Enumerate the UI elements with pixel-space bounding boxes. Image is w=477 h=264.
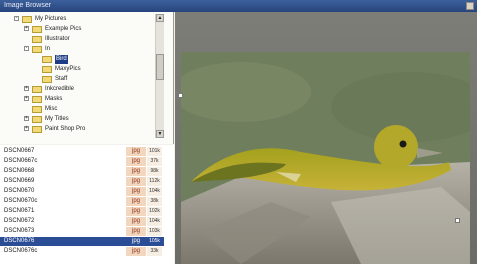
file-row[interactable]: DSCN0672 jpg 104k [0,217,164,226]
folder-icon [32,106,42,113]
file-size: 105k [147,237,162,246]
file-row[interactable]: DSCN0669 jpg 112k [0,177,164,186]
file-size: 37k [147,157,162,166]
folder-icon [42,66,52,73]
bird-image [181,52,470,264]
file-row[interactable]: DSCN0671 jpg 102k [0,207,164,216]
expand-icon[interactable]: + [24,126,29,131]
bird-photo [181,52,470,264]
tree-item-label: Inkcredible [45,86,75,92]
file-size: 101k [147,147,162,156]
file-type: jpg [126,227,146,236]
file-name: DSCN0667c [4,158,38,164]
tree-item-label: Misc [45,106,58,112]
file-row[interactable]: DSCN0667 jpg 101k [0,147,164,156]
crop-handle-bottom-right[interactable] [455,218,460,223]
folder-icon [32,36,42,43]
folder-icon [22,16,32,23]
file-type: jpg [126,197,146,206]
file-type: jpg [126,247,146,256]
file-row[interactable]: DSCN0670 jpg 104k [0,187,164,196]
folder-icon [42,76,52,83]
folder-icon [32,96,42,103]
file-type: jpg [126,177,146,186]
tree-item-label: Bird [55,55,68,64]
file-size: 38k [147,197,162,206]
file-row[interactable]: DSCN0673 jpg 103k [0,227,164,236]
file-name: DSCN0672 [4,218,35,224]
file-type: jpg [126,207,146,216]
tree-item-label: Example Pics [45,26,82,32]
file-type: jpg [126,167,146,176]
tree-item-label: My Pictures [35,16,67,22]
scroll-up-icon[interactable]: ▲ [156,14,164,22]
file-name: DSCN0676 [4,238,35,244]
scroll-thumb[interactable] [156,54,164,80]
file-size: 98k [147,167,162,176]
file-row[interactable]: DSCN0670c jpg 38k [0,197,164,206]
file-size: 104k [147,187,162,196]
close-icon[interactable] [466,2,474,10]
file-row[interactable]: DSCN0667c jpg 37k [0,157,164,166]
file-name: DSCN0670 [4,188,35,194]
file-size: 103k [147,227,162,236]
folder-icon [32,116,42,123]
collapse-icon[interactable]: - [24,46,29,51]
collapse-icon[interactable]: - [14,16,19,21]
file-name: DSCN0668 [4,168,35,174]
folder-tree-scrollbar[interactable]: ▲ ▼ [155,14,164,138]
file-size: 112k [147,177,162,186]
file-size: 33k [147,247,162,256]
file-name: DSCN0676c [4,248,38,254]
tree-item-label: MaxyPics [55,66,81,72]
tree-item-label: My Titles [45,116,69,122]
file-type: jpg [126,187,146,196]
file-name: DSCN0671 [4,208,35,214]
file-name: DSCN0670c [4,198,38,204]
file-size: 104k [147,217,162,226]
file-type: jpg [126,147,146,156]
expand-icon[interactable]: + [24,86,29,91]
tree-item-label: Staff [55,76,68,82]
file-type: jpg [126,217,146,226]
folder-icon [32,126,42,133]
tree-item-label: Illustrator [45,36,70,42]
file-type: jpg [126,237,146,246]
expand-icon[interactable]: + [24,96,29,101]
tree-item-label: In [45,46,51,52]
window-title: Image Browser [4,2,52,9]
folder-icon [42,56,52,63]
folder-icon [32,46,42,53]
folder-tree: - My Pictures + Example Pics Illustrator - In B… [0,12,174,144]
expand-icon[interactable]: + [24,26,29,31]
file-list: DSCN0667 jpg 101k DSCN0667c jpg 37k DSCN0668 jp… [0,145,174,264]
tree-item-label: Masks [45,96,63,102]
file-row[interactable]: DSCN0676c jpg 33k [0,247,164,256]
file-name: DSCN0669 [4,178,35,184]
expand-icon[interactable]: + [24,116,29,121]
scroll-down-icon[interactable]: ▼ [156,130,164,138]
folder-icon [32,86,42,93]
crop-handle-left[interactable] [178,93,183,98]
folder-icon [32,26,42,33]
file-row[interactable]: DSCN0676 jpg 105k [0,237,164,246]
file-row[interactable]: DSCN0668 jpg 98k [0,167,164,176]
file-size: 102k [147,207,162,216]
file-type: jpg [126,157,146,166]
tree-item-label: Paint Shop Pro [45,126,86,132]
file-name: DSCN0673 [4,228,35,234]
window-title-bar: Image Browser [0,0,477,12]
file-name: DSCN0667 [4,148,35,154]
